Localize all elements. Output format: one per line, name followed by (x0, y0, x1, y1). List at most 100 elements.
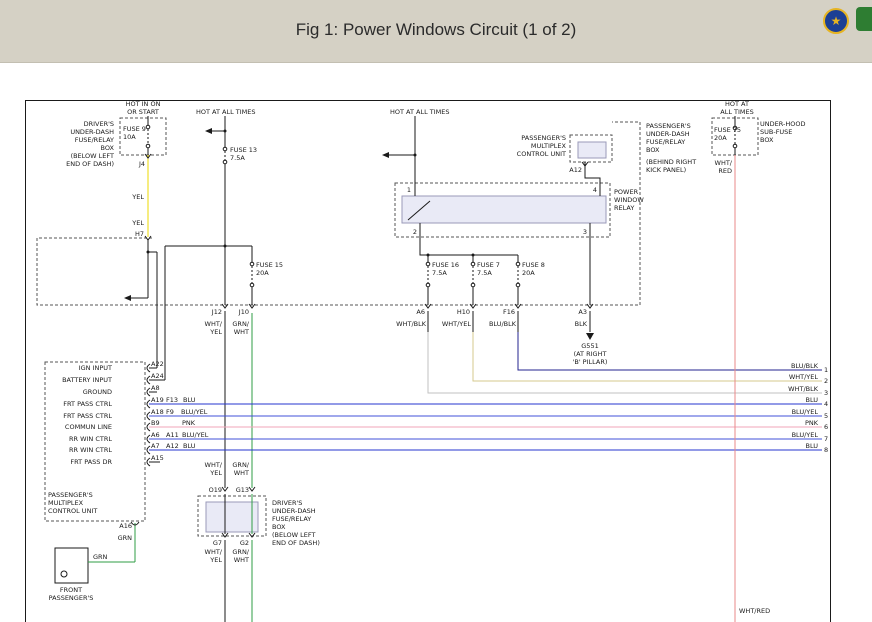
pin-name-6: RR WIN CTRL (69, 435, 112, 443)
front-passenger-l1: PASSENGER'S (49, 594, 94, 602)
low-whtyel-l2: YEL (209, 556, 222, 564)
pin-name-5: COMMUN LINE (65, 423, 112, 431)
driver-bottom-l0: DRIVER'S (272, 499, 302, 507)
j10-wire-l1: GRN/ (232, 320, 249, 328)
wiring-diagram: HOT IN ON OR START HOT AT ALL TIMES HOT … (0, 62, 872, 622)
conn-j4: J4 (138, 160, 145, 168)
relay-l3: RELAY (614, 204, 634, 212)
favorite-star-icon[interactable]: ★ (823, 8, 849, 34)
ground-id: G551 (581, 342, 598, 350)
driver-top-l5: END OF DASH) (66, 160, 114, 168)
relay-body (402, 196, 606, 223)
driver-bottom-l4: (BELOW LEFT (272, 531, 315, 539)
f16-wire: BLU/BLK (489, 320, 517, 328)
relay-t4: 4 (593, 186, 597, 194)
front-passenger-box (55, 548, 88, 583)
whtred-l1: WHT/ (715, 159, 733, 167)
rrow2-num: 3 (824, 389, 828, 397)
fuse8-amp: 20A (522, 269, 535, 277)
grn-wires (88, 313, 252, 622)
pin-id-3: A19 (151, 396, 164, 404)
fuse16-name: FUSE 16 (432, 261, 459, 269)
conn-a3: A3 (578, 308, 587, 316)
lrow1-id: F9 (166, 408, 174, 416)
lrow3-color: BLU/YEL (182, 431, 209, 439)
fuse15-amp: 20A (256, 269, 269, 277)
rrow6-num: 7 (824, 435, 828, 443)
bottom-whtred: WHT/RED (739, 607, 770, 615)
relay-t1: 1 (407, 186, 411, 194)
source-hot4a: HOT AT (725, 100, 749, 108)
pass-fusebox-l0: PASSENGER'S (646, 122, 691, 130)
pass-fusebox-l4: (BEHIND RIGHT (646, 158, 696, 166)
source-hot3: HOT AT ALL TIMES (390, 108, 450, 116)
conn-j12: J12 (211, 308, 222, 316)
h10-wire: WHT/YEL (442, 320, 472, 328)
rrow5-num: 6 (824, 423, 828, 431)
source-hot4b: ALL TIMES (720, 108, 753, 116)
pin-name-8: FRT PASS DR (70, 458, 112, 466)
conn-j10: J10 (238, 308, 249, 316)
fuse9-amp: 10A (123, 133, 136, 141)
source-or-start: OR START (127, 108, 159, 116)
pin-id-4: A18 (151, 408, 164, 416)
ground-loc2: 'B' PILLAR) (573, 358, 608, 366)
pass-fusebox-l2: FUSE/RELAY (646, 138, 685, 146)
rrow0-color: BLU/BLK (791, 362, 819, 370)
mid-whtyel-l2: YEL (209, 469, 222, 477)
whtred-l2: RED (718, 167, 732, 175)
pin-name-7: RR WIN CTRL (69, 446, 112, 454)
driver-bottom-l2: FUSE/RELAY (272, 515, 311, 523)
fuse8-name: FUSE 8 (522, 261, 545, 269)
conn-g7: G7 (213, 539, 222, 547)
junction-dots (147, 130, 475, 257)
conn-g13: G13 (236, 486, 249, 494)
inner-boxes (206, 142, 606, 532)
mux-left-l2: CONTROL UNIT (48, 507, 97, 515)
relay-l1: POWER (614, 188, 639, 196)
rrow1-color: WHT/YEL (789, 373, 819, 381)
conn-h7: H7 (135, 230, 144, 238)
ground-loc1: (AT RIGHT (574, 350, 607, 358)
lrow0-id: F13 (166, 396, 178, 404)
rrow7-color: BLU (805, 442, 818, 450)
mid-grnwht-l2: WHT (234, 469, 249, 477)
wht-blk-wire (428, 332, 822, 393)
a6-wire: WHT/BLK (396, 320, 427, 328)
pin-name-0: IGN INPUT (79, 364, 112, 372)
conn-g2: G2 (240, 539, 249, 547)
pass-fusebox-l3: BOX (646, 146, 660, 154)
conn-a16: A16 (119, 522, 132, 530)
a16-wire: GRN (118, 534, 133, 542)
rrow6-color: BLU/YEL (792, 431, 819, 439)
lrow3-id: A11 (166, 431, 179, 439)
fuse7-name: FUSE 7 (477, 261, 500, 269)
front-passenger-l0: FRONT (60, 586, 82, 594)
conn-a6: A6 (416, 308, 425, 316)
conn-f16: F16 (503, 308, 515, 316)
a3-wire: BLK (575, 320, 588, 328)
j10-wire-l2: WHT (234, 328, 249, 336)
green-corner-icon[interactable] (856, 7, 872, 31)
wire-yel-2: YEL (131, 219, 144, 227)
driver-top-l1: UNDER-DASH (70, 128, 114, 136)
rrow5-color: PNK (805, 419, 819, 427)
rrow7-num: 8 (824, 446, 828, 454)
mid-whtyel-l1: WHT/ (205, 461, 223, 469)
fuse75-name: FUSE 75 (714, 126, 741, 134)
j12-wire-l2: YEL (209, 328, 222, 336)
multiplex-connector-body (578, 142, 606, 158)
driver-bottom-l1: UNDER-DASH (272, 507, 316, 515)
grn-branch-label: GRN (93, 553, 108, 561)
rrow1-num: 2 (824, 377, 828, 385)
underhood-l1: SUB-FUSE (760, 128, 792, 136)
driver-top-l4: (BELOW LEFT (71, 152, 114, 160)
pin-id-6: A6 (151, 431, 160, 439)
source-hot-in-on: HOT IN ON (126, 100, 161, 108)
source-hot2: HOT AT ALL TIMES (196, 108, 256, 116)
rrow3-color: BLU (805, 396, 818, 404)
driver-bottom-l5: END OF DASH) (272, 539, 320, 547)
pin-id-1: A24 (151, 372, 164, 380)
pin-name-4: FRT PASS CTRL (63, 412, 112, 420)
mux-top-l2: CONTROL UNIT (517, 150, 566, 158)
